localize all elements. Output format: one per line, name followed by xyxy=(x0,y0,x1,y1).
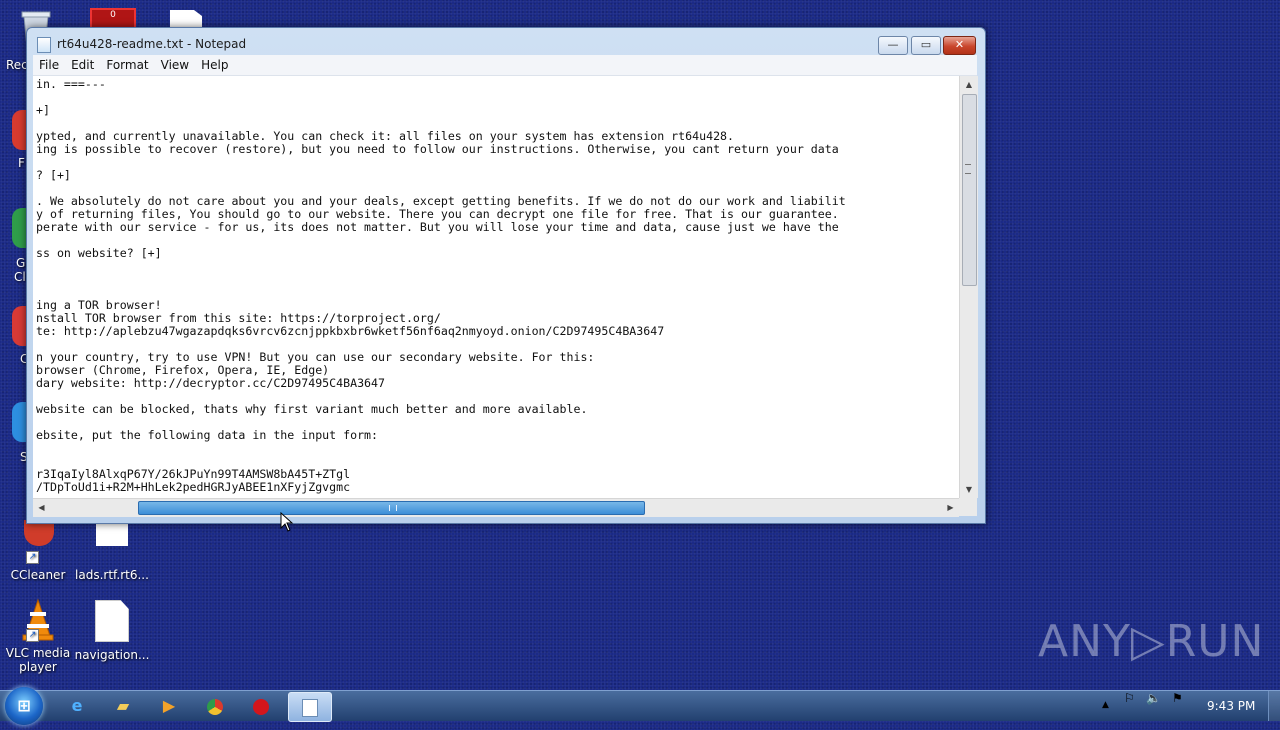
internet-explorer-icon: e xyxy=(71,696,83,715)
text-line: in. ===--- xyxy=(36,77,106,91)
taskbar: ⊞ e ▰ ▶ ▲ ⚐ 🔈 ⚑ 9:43 PM xyxy=(0,687,1280,725)
chrome-icon xyxy=(207,698,223,715)
text-line: ebsite, put the following data in the in… xyxy=(36,428,379,442)
windows-logo-icon: ⊞ xyxy=(17,696,31,715)
scroll-grip-icon xyxy=(389,505,397,511)
show-desktop-button[interactable] xyxy=(1268,691,1280,721)
text-line xyxy=(33,234,959,247)
desktop-icon-vlc[interactable]: ↗ VLC media player xyxy=(0,598,76,674)
desktop-icon-label: VLC media player xyxy=(5,646,71,674)
document-icon xyxy=(92,520,132,564)
scroll-right-arrow-icon[interactable]: ▶ xyxy=(942,499,959,517)
close-button[interactable]: ✕ xyxy=(943,36,976,55)
text-line: +] xyxy=(36,103,50,117)
taskbar-media-player[interactable]: ▶ xyxy=(148,692,190,720)
desktop-icon-label: CCleaner xyxy=(10,568,66,582)
menu-format[interactable]: Format xyxy=(100,55,154,72)
vlc-cone-icon: ↗ xyxy=(18,598,58,642)
notepad-icon xyxy=(302,698,318,717)
vertical-scrollbar[interactable]: ▲ ▼ xyxy=(959,76,978,498)
text-line: /TDpToUd1i+R2M+HhLek2pedHGRJyABEE1nXFyjZ… xyxy=(36,480,351,494)
opera-icon xyxy=(253,698,269,715)
text-line: dary website: http://decryptor.cc/C2D974… xyxy=(36,376,386,390)
editor-lines: in. ===--- +] ypted, and currently unavail… xyxy=(33,76,959,494)
resize-grip[interactable] xyxy=(959,498,977,516)
menu-file[interactable]: File xyxy=(33,55,65,72)
scroll-up-arrow-icon[interactable]: ▲ xyxy=(960,76,978,93)
text-editor[interactable]: in. ===--- +] ypted, and currently unavail… xyxy=(33,76,959,498)
taskbar-notepad[interactable] xyxy=(288,692,332,722)
menu-bar: File Edit Format View Help xyxy=(33,55,977,76)
text-line xyxy=(33,260,959,273)
anyrun-watermark: ANY▷RUN xyxy=(1038,606,1263,676)
notepad-icon xyxy=(37,37,51,53)
taskbar-internet-explorer[interactable]: e xyxy=(56,692,98,720)
desktop-icon-lads-rtf[interactable]: lads.rtf.rt6... xyxy=(74,520,150,582)
menu-edit[interactable]: Edit xyxy=(65,55,100,72)
vertical-scroll-thumb[interactable] xyxy=(962,94,977,286)
document-icon xyxy=(92,600,132,644)
media-player-icon: ▶ xyxy=(162,696,176,715)
taskbar-chrome[interactable] xyxy=(194,692,236,720)
text-line: ing is possible to recover (restore), bu… xyxy=(36,142,839,156)
text-line: ? [+] xyxy=(36,168,71,182)
notepad-window[interactable]: rt64u428-readme.txt - Notepad — ▭ ✕ File… xyxy=(26,27,986,524)
text-line: perate with our service - for us, its do… xyxy=(36,220,839,234)
scroll-down-arrow-icon[interactable]: ▼ xyxy=(960,481,978,498)
desktop-icon-label: lads.rtf.rt6... xyxy=(75,568,149,582)
clock[interactable]: 9:43 PM xyxy=(1207,699,1255,713)
window-title: rt64u428-readme.txt - Notepad xyxy=(57,37,247,51)
ccleaner-icon: ↗ xyxy=(18,520,58,564)
start-button[interactable]: ⊞ xyxy=(5,687,43,725)
text-line xyxy=(33,286,959,299)
desktop-icon-label: navigation... xyxy=(74,648,150,662)
text-line: te: http://aplebzu47wgazapdqks6vrcv6zcnj… xyxy=(36,324,665,338)
folder-icon: ▰ xyxy=(116,696,130,715)
mouse-cursor-icon xyxy=(280,512,294,532)
horizontal-scrollbar[interactable]: ◀ ▶ xyxy=(33,498,959,517)
scroll-grip-icon xyxy=(965,164,971,174)
desktop-icon-navigation[interactable]: navigation... xyxy=(74,600,150,662)
text-line xyxy=(33,156,959,169)
text-line xyxy=(33,442,959,455)
menu-view[interactable]: View xyxy=(155,55,195,72)
text-line: website can be blocked, thats why first … xyxy=(36,402,588,416)
horizontal-scroll-thumb[interactable] xyxy=(138,501,645,515)
taskbar-file-explorer[interactable]: ▰ xyxy=(102,692,144,720)
title-bar[interactable]: rt64u428-readme.txt - Notepad — ▭ ✕ xyxy=(27,28,985,58)
taskbar-opera[interactable] xyxy=(240,692,282,720)
scroll-left-arrow-icon[interactable]: ◀ xyxy=(33,499,50,517)
minimize-button[interactable]: — xyxy=(878,36,908,55)
text-line: ss on website? [+] xyxy=(36,246,162,260)
counter-icon: 0 xyxy=(110,10,116,20)
watermark-text: ANY▷RUN xyxy=(1038,616,1265,667)
text-line xyxy=(33,273,959,286)
desktop-icon-ccleaner[interactable]: ↗ CCleaner xyxy=(0,520,76,582)
maximize-button[interactable]: ▭ xyxy=(911,36,941,55)
menu-help[interactable]: Help xyxy=(195,55,234,72)
text-line xyxy=(33,91,959,104)
